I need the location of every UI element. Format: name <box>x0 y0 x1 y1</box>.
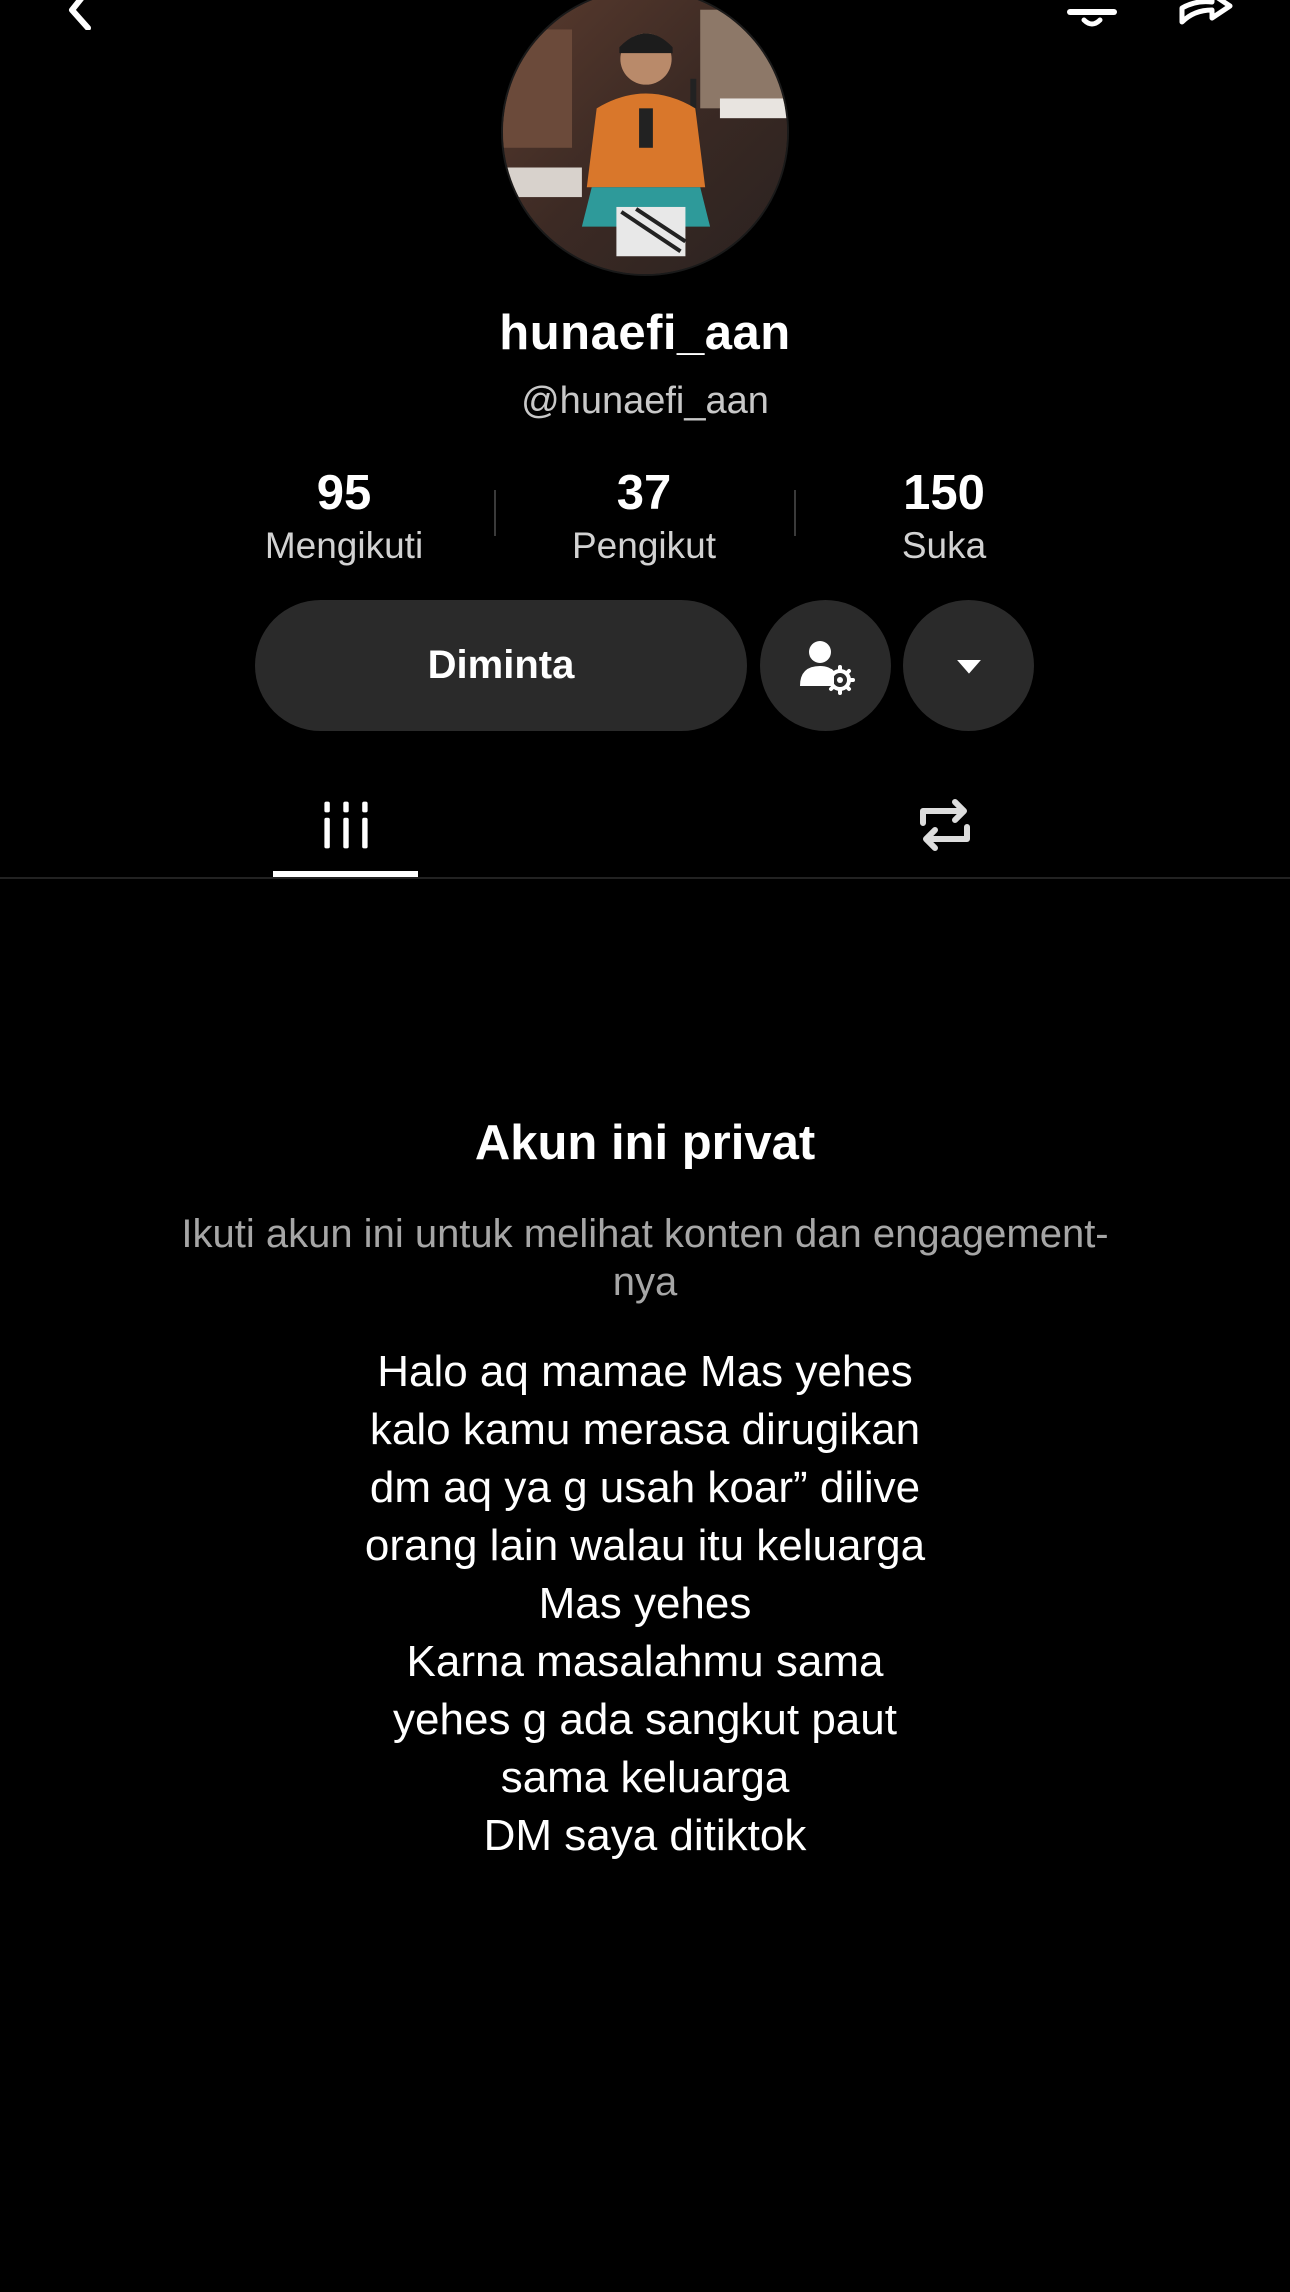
followers-label: Pengikut <box>572 525 716 566</box>
description-line-1: Ikuti akun ini untuk melihat konten dan … <box>181 1212 1109 1256</box>
likes-label: Suka <box>901 525 987 566</box>
stat-following[interactable]: 95 Mengikuti <box>214 462 474 568</box>
dropdown-button[interactable] <box>903 600 1034 731</box>
description-line-2: nya <box>612 1260 678 1304</box>
stat-likes[interactable]: 150 Suka <box>814 462 1074 568</box>
requested-button[interactable]: Diminta <box>255 600 747 731</box>
bio-line: Mas yehes <box>538 1579 752 1628</box>
stat-divider <box>494 490 496 536</box>
user-settings-button[interactable] <box>760 600 891 731</box>
stat-divider <box>794 490 796 536</box>
caret-down-icon <box>956 659 981 674</box>
followers-count: 37 <box>616 466 672 520</box>
following-count: 95 <box>316 466 372 520</box>
share-arrow-icon[interactable] <box>1176 0 1236 30</box>
stat-followers[interactable]: 37 Pengikut <box>514 462 774 568</box>
bio-line: Halo aq mamae Mas yehes <box>377 1347 913 1396</box>
display-name: hunaefi_aan <box>499 306 791 360</box>
bio-line: orang lain walau itu keluarga <box>364 1521 926 1570</box>
bio-line: kalo kamu merasa dirugikan <box>369 1405 921 1454</box>
avatar[interactable] <box>501 0 789 276</box>
private-account-description: Ikuti akun ini untuk melihat konten dan … <box>110 1210 1180 1306</box>
private-account-title: Akun ini privat <box>474 1116 816 1170</box>
username-handle: @hunaefi_aan <box>521 380 769 422</box>
likes-count: 150 <box>903 466 985 520</box>
repost-icon <box>919 799 970 851</box>
bio-line: yehes g ada sangkut paut <box>393 1695 897 1744</box>
bio-line: dm aq ya g usah koar” dilive <box>369 1463 921 1512</box>
back-icon[interactable] <box>50 0 110 31</box>
tabs-divider <box>0 877 1290 879</box>
tab-videos[interactable] <box>273 770 418 880</box>
bio-line: Karna masalahmu sama <box>406 1637 884 1686</box>
bio: Halo aq mamae Mas yehes kalo kamu merasa… <box>200 1343 1090 1865</box>
bell-icon[interactable] <box>1062 0 1122 30</box>
bio-line: sama keluarga <box>500 1753 790 1802</box>
user-gear-icon <box>799 640 855 695</box>
grid-bars-icon <box>323 801 368 849</box>
bio-line: DM saya ditiktok <box>483 1811 807 1860</box>
tab-reposts[interactable] <box>872 770 1017 880</box>
following-label: Mengikuti <box>264 525 424 566</box>
profile-photo <box>503 0 787 274</box>
